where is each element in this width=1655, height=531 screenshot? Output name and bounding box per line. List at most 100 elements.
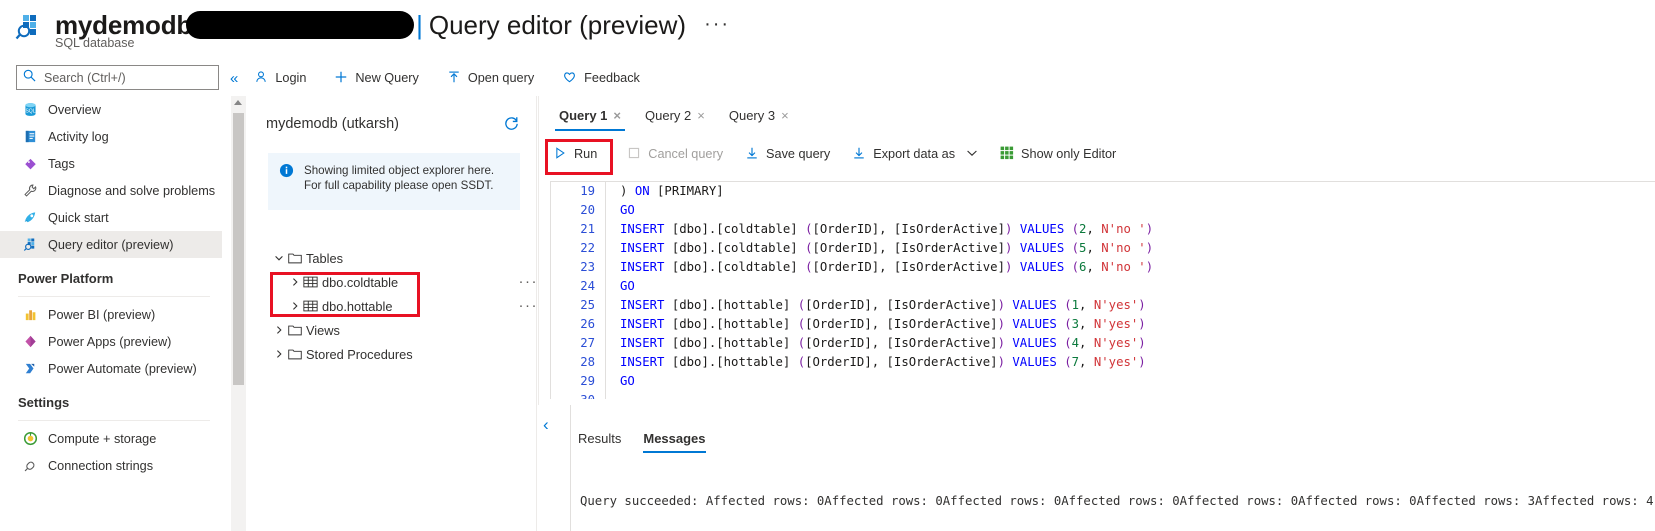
code-lines[interactable]: 19) ON [PRIMARY] 20 GO 21 INSERT [dbo].[cold… [551,182,1655,399]
code-line[interactable]: 25 INSERT [dbo].[hottable] ([OrderID], [I… [551,296,1655,315]
code-text[interactable]: INSERT [dbo].[hottable] ([OrderID], [IsO… [606,334,1146,353]
query-editor-icon [22,237,38,253]
sql-code-editor[interactable]: 19) ON [PRIMARY] 20 GO 21 INSERT [dbo].[cold… [550,181,1655,399]
save-query-label: Save query [766,147,831,161]
code-line[interactable]: 30 [551,391,1655,399]
wrench-icon [22,183,38,199]
divider [18,420,210,421]
tree-node-label: dbo.coldtable [322,274,399,290]
azure-portal-query-editor: mydemodb | Query editor (preview) ··· SQ… [0,0,1655,531]
tab-results[interactable]: Results [578,431,621,453]
more-actions-ellipsis[interactable]: ··· [704,13,730,36]
chevron-right-icon[interactable] [272,325,286,335]
tab-messages[interactable]: Messages [643,431,706,453]
code-line[interactable]: 28 INSERT [dbo].[hottable] ([OrderID], [I… [551,353,1655,372]
heart-icon [562,70,577,87]
code-line[interactable]: 22 INSERT [dbo].[coldtable] ([OrderID], [… [551,239,1655,258]
explorer-scrollbar[interactable] [231,96,246,531]
chevron-down-icon[interactable] [272,253,286,263]
page-title-row: mydemodb | Query editor (preview) ··· [55,6,730,41]
sidebar-item-tags[interactable]: Tags [0,150,222,177]
chevron-down-icon[interactable] [966,147,978,161]
sidebar-item-label: Compute + storage [48,431,157,446]
redacted-title-segment [186,11,415,39]
query-tab-3[interactable]: Query 3 × [717,102,801,131]
scrollbar-thumb[interactable] [233,113,244,385]
chevron-left-icon[interactable]: ‹ [543,415,549,435]
close-icon[interactable]: × [613,108,621,123]
tag-icon [22,156,38,172]
feedback-button[interactable]: Feedback [562,70,654,87]
code-text[interactable] [606,391,620,399]
code-text[interactable]: INSERT [dbo].[hottable] ([OrderID], [IsO… [606,353,1146,372]
open-query-button[interactable]: Open query [447,70,548,87]
tree-node-dbo-coldtable[interactable]: dbo.coldtable ··· [266,270,537,294]
code-line[interactable]: 24 GO [551,277,1655,296]
code-text[interactable]: GO [606,201,635,220]
table-context-menu-button[interactable]: ··· [519,273,539,290]
explorer-database-label: mydemodb (utkarsh) [266,116,399,132]
sidebar-item-query-editor[interactable]: Query editor (preview) [0,231,222,258]
line-number: 19 [580,184,595,198]
sidebar-item-diagnose-and-solve-problems[interactable]: Diagnose and solve problems [0,177,222,204]
show-only-editor-button[interactable]: Show only Editor [1000,142,1116,166]
query-tab-bar: Query 1 × Query 2 × Query 3 × [547,102,801,131]
code-text[interactable]: GO [606,372,635,391]
new-query-button[interactable]: New Query [334,70,432,87]
folder-icon [286,324,303,336]
code-text[interactable]: INSERT [dbo].[coldtable] ([OrderID], [Is… [606,258,1153,277]
code-text[interactable]: INSERT [dbo].[hottable] ([OrderID], [IsO… [606,296,1146,315]
search-input[interactable] [42,69,212,86]
query-result-message: Query succeeded: Affected rows: 0Affecte… [580,494,1654,508]
code-line[interactable]: 19 ) ON [PRIMARY] [551,182,1655,201]
line-number: 20 [580,203,595,217]
power-bi-icon [22,307,38,323]
chevron-right-icon[interactable] [272,349,286,359]
close-icon[interactable]: × [781,108,789,123]
power-automate-icon [22,361,38,377]
query-tab-2[interactable]: Query 2 × [633,102,717,131]
code-line[interactable]: 26 INSERT [dbo].[hottable] ([OrderID], [I… [551,315,1655,334]
page-title: Query editor (preview) [428,10,687,40]
sidebar-item-overview[interactable]: SQL Overview [0,96,222,123]
code-line[interactable]: 20 GO [551,201,1655,220]
sidebar-item-activity-log[interactable]: Activity log [0,123,222,150]
code-line[interactable]: 27 INSERT [dbo].[hottable] ([OrderID], [I… [551,334,1655,353]
info-banner: Showing limited object explorer here. Fo… [268,153,520,210]
code-text[interactable]: INSERT [dbo].[hottable] ([OrderID], [IsO… [606,315,1146,334]
tree-node-stored-procedures[interactable]: Stored Procedures [266,342,526,366]
tree-node-dbo-hottable[interactable]: dbo.hottable ··· [266,294,537,318]
chevron-right-icon[interactable] [288,277,302,287]
code-text[interactable]: INSERT [dbo].[coldtable] ([OrderID], [Is… [606,239,1153,258]
folder-icon [286,252,303,264]
sidebar-item-power-bi[interactable]: Power BI (preview) [0,301,222,328]
code-text[interactable]: ) ON [PRIMARY] [606,182,724,201]
table-context-menu-button[interactable]: ··· [519,297,539,314]
info-banner-text: Showing limited object explorer here. Fo… [304,164,495,192]
sidebar-item-power-apps[interactable]: Power Apps (preview) [0,328,222,355]
run-button[interactable]: Run [553,142,597,166]
results-pane: ‹ Results Messages Query succeeded: Affe… [538,405,1655,531]
search-box[interactable] [16,65,219,90]
tree-node-tables[interactable]: Tables [266,246,526,270]
code-line[interactable]: 29 GO [551,372,1655,391]
code-line[interactable]: 23 INSERT [dbo].[coldtable] ([OrderID], [… [551,258,1655,277]
close-icon[interactable]: × [697,108,705,123]
sidebar-item-quick-start[interactable]: Quick start [0,204,222,231]
query-tab-1[interactable]: Query 1 × [547,102,633,131]
scroll-up-icon[interactable] [234,100,242,105]
refresh-icon[interactable] [503,115,520,137]
chevron-right-icon[interactable] [288,301,302,311]
tree-node-views[interactable]: Views [266,318,526,342]
code-text[interactable]: GO [606,277,635,296]
save-query-button[interactable]: Save query [745,142,830,166]
code-text[interactable]: INSERT [dbo].[coldtable] ([OrderID], [Is… [606,220,1153,239]
code-line[interactable]: 21 INSERT [dbo].[coldtable] ([OrderID], [… [551,220,1655,239]
compute-storage-icon [22,431,38,447]
sidebar-item-power-automate[interactable]: Power Automate (preview) [0,355,222,382]
sidebar-item-compute-storage[interactable]: Compute + storage [0,425,222,452]
collapse-sidebar-icon[interactable]: « [230,70,238,87]
export-data-as-button[interactable]: Export data as [852,142,978,166]
login-button[interactable]: Login [254,70,320,87]
sidebar-item-connection-strings[interactable]: Connection strings [0,452,222,479]
